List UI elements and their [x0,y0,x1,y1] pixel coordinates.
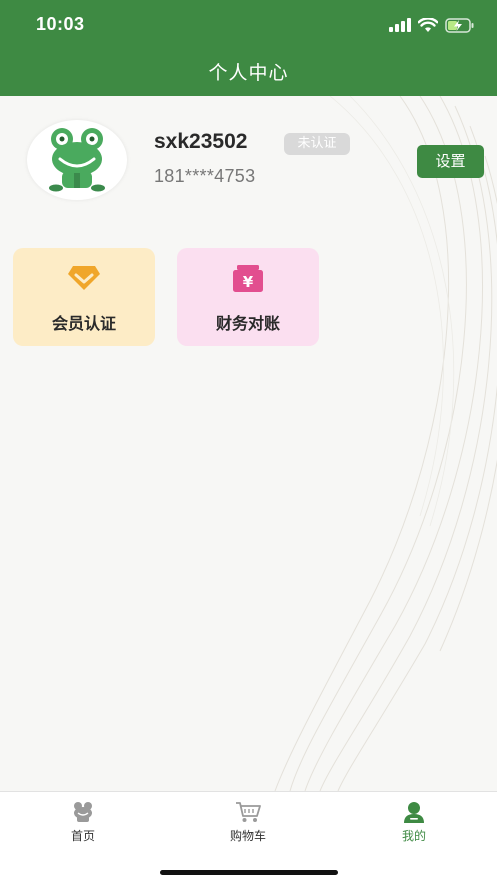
tab-cart-label: 购物车 [229,829,266,843]
frog-avatar-icon [49,128,105,192]
finance-reconciliation-card[interactable]: ¥ 财务对账 [177,248,319,346]
tab-mine-label: 我的 [401,829,426,843]
finance-reconciliation-label: 财务对账 [215,314,280,333]
svg-text:¥: ¥ [243,273,254,291]
yuan-wallet-icon: ¥ [233,265,263,292]
settings-button[interactable]: 设置 [417,145,484,178]
status-time: 10:03 [36,14,85,34]
phone-number: 181****4753 [154,166,256,186]
avatar[interactable] [27,120,127,200]
verification-status-badge: 未认证 [284,133,350,155]
status-bar: 10:03 [0,0,497,50]
frog-home-icon [74,802,92,822]
background-swirl [274,96,497,791]
status-icons [389,16,475,34]
diamond-icon [68,266,100,290]
tab-home-label: 首页 [70,829,95,843]
profile-page: sxk23502 未认证 181****4753 设置 会员认证 ¥ 财务对账 [0,96,497,791]
signal-icon [389,18,411,32]
tab-mine[interactable]: 我的 [354,800,474,844]
tab-cart[interactable]: 购物车 [188,800,308,844]
user-icon [404,802,424,823]
battery-charging-icon [445,17,474,33]
bottom-tab-bar: 首页 购物车 我的 [0,791,497,883]
member-verification-card[interactable]: 会员认证 [13,248,155,346]
app-header: 10:03 个人中心 [0,0,497,96]
page-title: 个人中心 [208,62,289,84]
cart-icon [236,802,261,822]
member-verification-label: 会员认证 [51,314,116,333]
tab-home[interactable]: 首页 [23,800,143,844]
wifi-icon [418,17,438,32]
username: sxk23502 [154,130,248,153]
home-indicator [160,870,338,875]
